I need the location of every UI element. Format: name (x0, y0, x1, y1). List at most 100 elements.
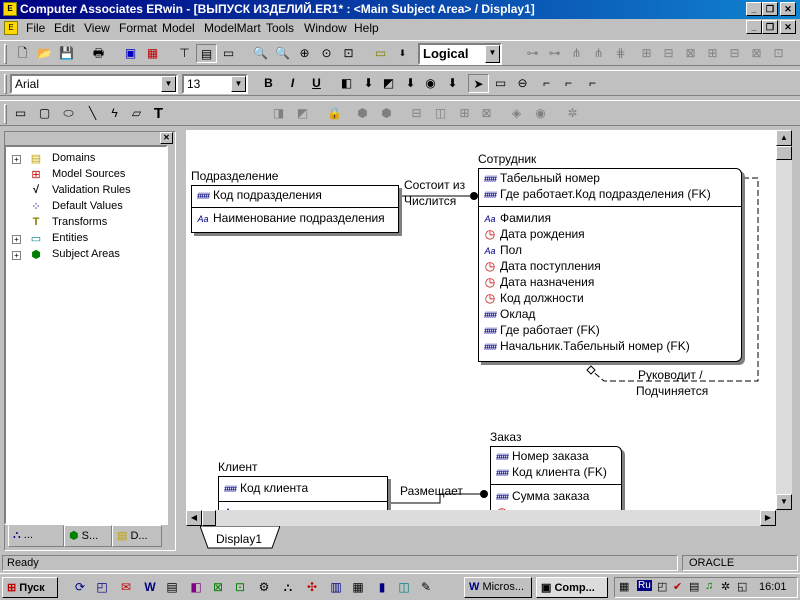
relationship-label[interactable]: Подчиняется (636, 384, 708, 398)
zoom-fit-icon[interactable]: ⊕ (294, 44, 315, 63)
zoom-page-icon[interactable]: ⊙ (316, 44, 337, 63)
mm-icon-2[interactable]: ◩ (292, 104, 313, 123)
quicklaunch-icon-5[interactable]: ⚙ (256, 579, 272, 595)
quicklaunch-icon-3[interactable]: ▤ (164, 579, 180, 595)
tray-icon-5[interactable]: ♫ (705, 580, 713, 592)
fill-bucket-icon[interactable]: ◩ (378, 74, 399, 93)
align-icon-5[interactable]: ⊟ (724, 44, 745, 63)
relation-icon-3[interactable]: ⋔ (566, 44, 587, 63)
non-identifying-rel-icon[interactable]: ⌐ (582, 74, 603, 93)
rounded-rect-icon[interactable]: ▢ (34, 104, 55, 123)
start-button[interactable]: ⊞ Пуск (2, 577, 58, 598)
doc-close-icon[interactable]: ✕ (780, 20, 796, 34)
outlook-icon[interactable]: ✉ (118, 579, 134, 595)
tab-displays[interactable]: ▤ D... (112, 525, 162, 547)
fill-color-icon[interactable]: ⬇ (358, 74, 379, 93)
definition-display-icon[interactable]: ▭ (218, 44, 239, 63)
align-icon-1[interactable]: ⊞ (636, 44, 657, 63)
entity-name-klient[interactable]: Клиент (218, 460, 258, 474)
doc-restore-icon[interactable]: ❐ (762, 20, 778, 34)
entity-sotrudnik[interactable]: ### Табельный номер ### Где работает.Код п… (478, 168, 742, 362)
relation-icon-2[interactable]: ⊶ (544, 44, 565, 63)
italic-button[interactable]: I (282, 74, 303, 93)
entity-name-podrazdelenie[interactable]: Подразделение (191, 169, 278, 183)
attribute[interactable]: ### Начальник.Табельный номер (FK) (483, 339, 690, 355)
entity-name-sotrudnik[interactable]: Сотрудник (478, 152, 536, 166)
mm-icon-4[interactable]: ⬢ (376, 104, 397, 123)
mm-icon-9[interactable]: ◈ (506, 104, 527, 123)
bulb-icon[interactable]: ◉ (420, 74, 441, 93)
relationship-label[interactable]: Размещает (400, 484, 463, 498)
relationship-label[interactable]: Числится (404, 194, 456, 208)
new-icon[interactable]: 🗋 (12, 44, 33, 63)
task-word[interactable]: W Micros... (464, 577, 532, 598)
zoom-in-icon[interactable]: 🔍 (272, 44, 293, 63)
diagram-canvas[interactable]: Подразделение ### Код подразделения Aa Наи… (186, 130, 776, 510)
mm-icon-1[interactable]: ◨ (268, 104, 289, 123)
text-tool-icon[interactable]: T (148, 104, 169, 123)
menu-tools[interactable]: Tools (266, 21, 294, 35)
scroll-right-icon[interactable]: ▶ (760, 510, 776, 526)
menu-modelmart[interactable]: ModelMart (204, 21, 261, 35)
powerpoint-icon[interactable]: ◧ (188, 579, 204, 595)
horizontal-scrollbar[interactable]: ◀ ▶ (186, 510, 776, 526)
entity-zakaz[interactable]: ### Номер заказа ### Код клиента (FK) ### С… (490, 446, 622, 510)
chevron-down-icon[interactable]: ▼ (485, 45, 500, 63)
report-icon[interactable]: ▣ (120, 44, 141, 63)
many-to-many-rel-icon[interactable]: ⌐ (558, 74, 579, 93)
mm-icon-11[interactable]: ✲ (562, 104, 583, 123)
close-icon[interactable]: ✕ (780, 2, 796, 16)
tab-model-tree[interactable]: ⛬ ... (8, 525, 64, 547)
line-icon[interactable]: ╲ (82, 104, 103, 123)
quicklaunch-icon-8[interactable]: ▥ (328, 579, 344, 595)
identifying-rel-icon[interactable]: ⌐ (536, 74, 557, 93)
pk-attribute[interactable]: ### Код клиента (223, 481, 308, 497)
menu-format[interactable]: Format (119, 21, 157, 35)
scroll-up-icon[interactable]: ▲ (776, 130, 792, 146)
open-icon[interactable]: 📂 (34, 44, 55, 63)
tray-icon-6[interactable]: ✲ (721, 580, 730, 593)
attribute[interactable]: ◷ Дата поступления (483, 259, 601, 275)
save-icon[interactable]: 💾 (56, 44, 77, 63)
align-icon-6[interactable]: ⊠ (746, 44, 767, 63)
pk-attribute[interactable]: ### Номер заказа (495, 449, 589, 465)
entity-tool-icon[interactable]: ▭ (490, 74, 511, 93)
mm-icon-10[interactable]: ◉ (530, 104, 551, 123)
panel-close-icon[interactable]: ✕ (160, 132, 173, 144)
polyline-icon[interactable]: ϟ (104, 104, 125, 123)
relation-icon-4[interactable]: ⋔ (588, 44, 609, 63)
bold-button[interactable]: B (258, 74, 279, 93)
mm-icon-5[interactable]: ⊟ (406, 104, 427, 123)
minimize-icon[interactable]: _ (746, 2, 762, 16)
vertical-scrollbar[interactable]: ▲ ▼ (776, 130, 792, 510)
entity-klient[interactable]: ###Код клиента Aa (218, 476, 388, 510)
expand-icon[interactable]: + (12, 251, 21, 260)
relationship-label[interactable]: Руководит / (638, 368, 703, 382)
rectangle-icon[interactable]: ▭ (10, 104, 31, 123)
expand-icon[interactable]: + (12, 155, 21, 164)
attribute-display-icon[interactable]: ▤ (196, 44, 217, 63)
tray-icon-4[interactable]: ▤ (689, 580, 699, 593)
view-level-select[interactable]: Logical ▼ (418, 43, 502, 65)
tab-subject-areas[interactable]: ⬢ S... (64, 525, 112, 547)
tray-icon-7[interactable]: ◱ (737, 580, 747, 593)
align-icon-7[interactable]: ⊡ (768, 44, 789, 63)
mm-icon-6[interactable]: ◫ (430, 104, 451, 123)
attribute[interactable]: ◷ Код должности (483, 291, 584, 307)
tab-display1[interactable]: Display1 (216, 532, 262, 546)
menu-window[interactable]: Window (304, 21, 347, 35)
quicklaunch-icon-9[interactable]: ▦ (350, 579, 366, 595)
word-icon[interactable]: W (142, 579, 158, 595)
quicklaunch-icon-6[interactable]: ⛬ (280, 579, 296, 595)
align-icon-4[interactable]: ⊞ (702, 44, 723, 63)
attribute[interactable]: Aa Наименование подразделения (196, 211, 384, 227)
quicklaunch-icon-12[interactable]: ✎ (418, 579, 434, 595)
entity-podrazdelenie[interactable]: ### Код подразделения Aa Наименование подр… (191, 185, 399, 233)
pk-attribute[interactable]: ### Код подразделения (196, 188, 322, 204)
polygon-icon[interactable]: ▱ (126, 104, 147, 123)
pointer-tool-icon[interactable]: ➤ (468, 74, 489, 93)
quicklaunch-icon-10[interactable]: ▮ (374, 579, 390, 595)
ellipse-icon[interactable]: ⬭ (58, 104, 79, 123)
mm-icon-8[interactable]: ⊠ (476, 104, 497, 123)
zoom-out-icon[interactable]: 🔍 (250, 44, 271, 63)
